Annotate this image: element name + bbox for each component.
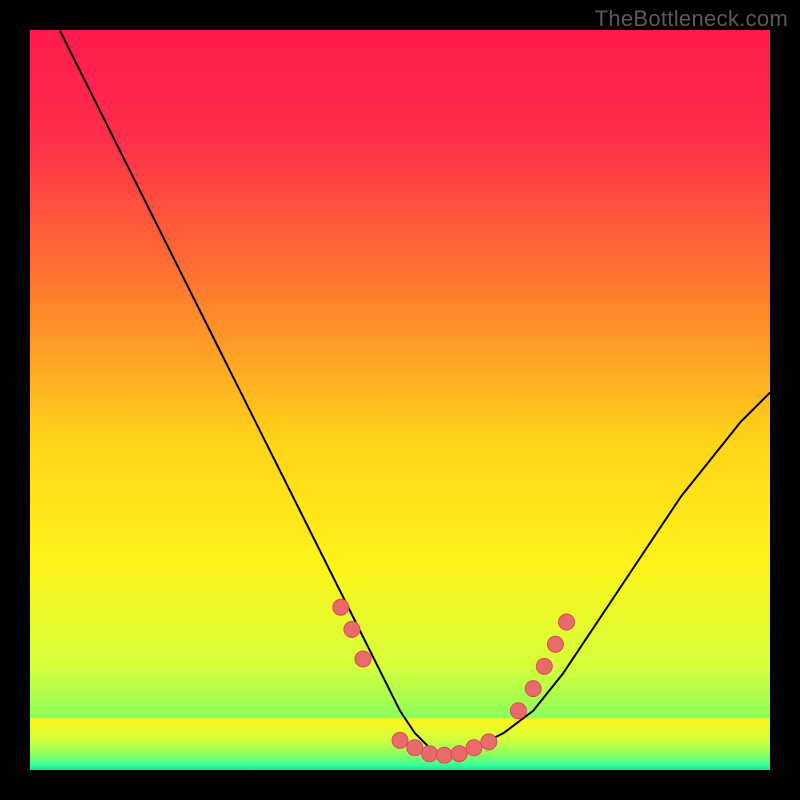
sample-point bbox=[451, 746, 467, 762]
chart-frame: TheBottleneck.com bbox=[0, 0, 800, 800]
sample-point bbox=[525, 681, 541, 697]
sample-point bbox=[547, 636, 563, 652]
watermark-text: TheBottleneck.com bbox=[595, 6, 788, 32]
sample-point bbox=[510, 703, 526, 719]
sample-point bbox=[407, 740, 423, 756]
sample-point-group bbox=[333, 599, 575, 763]
sample-point bbox=[559, 614, 575, 630]
sample-point bbox=[333, 599, 349, 615]
sample-point bbox=[436, 747, 452, 763]
sample-point bbox=[536, 658, 552, 674]
sample-point bbox=[355, 651, 371, 667]
sample-point bbox=[422, 746, 438, 762]
sample-point bbox=[344, 621, 360, 637]
sample-point bbox=[392, 732, 408, 748]
sample-point bbox=[466, 740, 482, 756]
sample-point bbox=[481, 734, 497, 750]
plot-area bbox=[30, 30, 770, 770]
marker-layer bbox=[30, 30, 770, 770]
